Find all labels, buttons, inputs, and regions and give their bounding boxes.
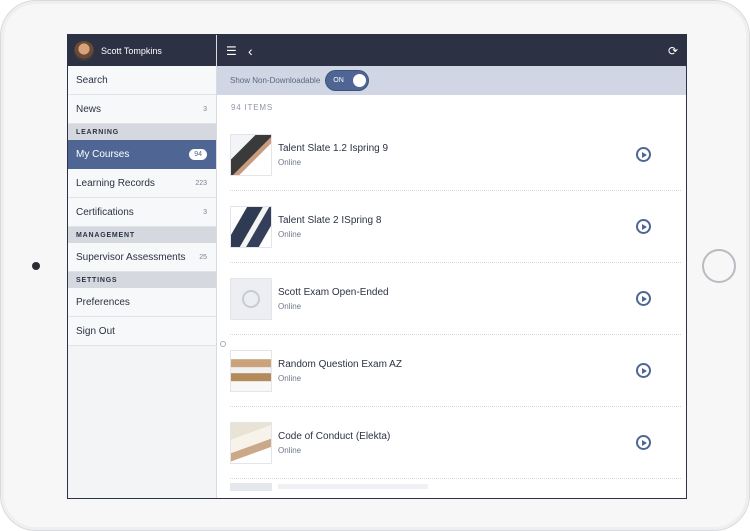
list-item[interactable]: Talent Slate 2 ISpring 8 Online bbox=[230, 191, 681, 263]
count-badge: 3 bbox=[203, 208, 207, 216]
sidebar-item-label: Preferences bbox=[76, 296, 130, 308]
course-thumbnail bbox=[230, 349, 272, 392]
filter-label: Show Non-Downloadable bbox=[230, 76, 321, 85]
sidebar-item-sign-out[interactable]: Sign Out bbox=[68, 317, 216, 346]
hamburger-menu-icon[interactable]: ☰ bbox=[226, 44, 242, 58]
course-title: Random Question Exam AZ bbox=[278, 358, 402, 370]
course-title: Talent Slate 2 ISpring 8 bbox=[278, 214, 382, 226]
course-thumbnail bbox=[230, 482, 272, 491]
count-badge: 3 bbox=[203, 105, 207, 113]
tablet-frame: Scott Tompkins Search News 3 LEARNING My… bbox=[0, 0, 750, 531]
chevron-left-icon[interactable]: ‹ bbox=[248, 43, 253, 59]
sidebar-item-search[interactable]: Search bbox=[68, 66, 216, 95]
sidebar-item-label: Search bbox=[76, 74, 108, 86]
count-badge: 223 bbox=[195, 179, 207, 187]
list-item[interactable]: Random Question Exam AZ Online bbox=[230, 335, 681, 407]
items-count: 94 ITEMS bbox=[231, 103, 273, 112]
section-header-management: MANAGEMENT bbox=[68, 227, 216, 243]
sidebar-item-label: Supervisor Assessments bbox=[76, 251, 186, 263]
refresh-icon[interactable]: ⟳ bbox=[668, 44, 678, 58]
avatar bbox=[74, 40, 94, 61]
main-panel: ☰ ‹ ⟳ Show Non-Downloadable ON 94 ITEMS … bbox=[217, 35, 686, 498]
toggle-state-label: ON bbox=[333, 77, 344, 84]
course-title: Code of Conduct (Elekta) bbox=[278, 430, 391, 442]
loading-indicator-icon bbox=[220, 341, 226, 347]
non-downloadable-toggle[interactable]: ON bbox=[326, 71, 369, 90]
user-name: Scott Tompkins bbox=[101, 45, 162, 56]
user-header[interactable]: Scott Tompkins bbox=[68, 35, 216, 66]
sidebar-item-label: My Courses bbox=[76, 148, 130, 160]
app-screen: Scott Tompkins Search News 3 LEARNING My… bbox=[67, 34, 687, 499]
course-type: Online bbox=[278, 229, 302, 239]
sidebar-item-certifications[interactable]: Certifications 3 bbox=[68, 198, 216, 227]
play-icon[interactable] bbox=[636, 147, 651, 162]
list-item-partial[interactable] bbox=[230, 479, 681, 494]
play-icon[interactable] bbox=[636, 291, 651, 306]
toggle-knob bbox=[353, 74, 367, 87]
play-icon[interactable] bbox=[636, 219, 651, 234]
course-title: Talent Slate 1.2 Ispring 9 bbox=[278, 142, 389, 154]
course-thumbnail bbox=[230, 421, 272, 464]
course-type: Online bbox=[278, 157, 302, 167]
placeholder-icon bbox=[242, 289, 260, 308]
list-item[interactable]: Talent Slate 1.2 Ispring 9 Online bbox=[230, 119, 681, 191]
list-item[interactable]: Code of Conduct (Elekta) Online bbox=[230, 407, 681, 479]
sidebar-item-news[interactable]: News 3 bbox=[68, 95, 216, 124]
section-header-learning: LEARNING bbox=[68, 124, 216, 140]
sidebar-item-preferences[interactable]: Preferences bbox=[68, 288, 216, 317]
course-type: Online bbox=[278, 445, 302, 455]
sidebar-item-label: Learning Records bbox=[76, 177, 155, 189]
course-thumbnail bbox=[230, 205, 272, 248]
sidebar-item-supervisor-assessments[interactable]: Supervisor Assessments 25 bbox=[68, 243, 216, 272]
sidebar-item-label: Certifications bbox=[76, 206, 134, 218]
count-badge: 94 bbox=[189, 148, 207, 160]
course-thumbnail bbox=[230, 277, 272, 320]
filter-bar: Show Non-Downloadable ON bbox=[217, 66, 686, 95]
play-icon[interactable] bbox=[636, 363, 651, 378]
course-thumbnail bbox=[230, 133, 272, 176]
camera-icon bbox=[32, 262, 40, 270]
top-bar: ☰ ‹ ⟳ bbox=[217, 35, 686, 66]
section-header-settings: SETTINGS bbox=[68, 272, 216, 288]
course-type: Online bbox=[278, 301, 302, 311]
course-title: Scott Exam Open-Ended bbox=[278, 286, 389, 298]
count-badge: 25 bbox=[199, 253, 207, 261]
home-button[interactable] bbox=[702, 249, 736, 283]
sidebar-item-my-courses[interactable]: My Courses 94 bbox=[68, 140, 216, 169]
course-type: Online bbox=[278, 373, 302, 383]
list-item[interactable]: Scott Exam Open-Ended Online bbox=[230, 263, 681, 335]
sidebar-item-learning-records[interactable]: Learning Records 223 bbox=[68, 169, 216, 198]
sidebar: Scott Tompkins Search News 3 LEARNING My… bbox=[68, 35, 217, 498]
play-icon[interactable] bbox=[636, 435, 651, 450]
sidebar-item-label: News bbox=[76, 103, 102, 115]
sidebar-item-label: Sign Out bbox=[76, 325, 115, 337]
course-list: Talent Slate 1.2 Ispring 9 Online Talent… bbox=[217, 119, 686, 494]
